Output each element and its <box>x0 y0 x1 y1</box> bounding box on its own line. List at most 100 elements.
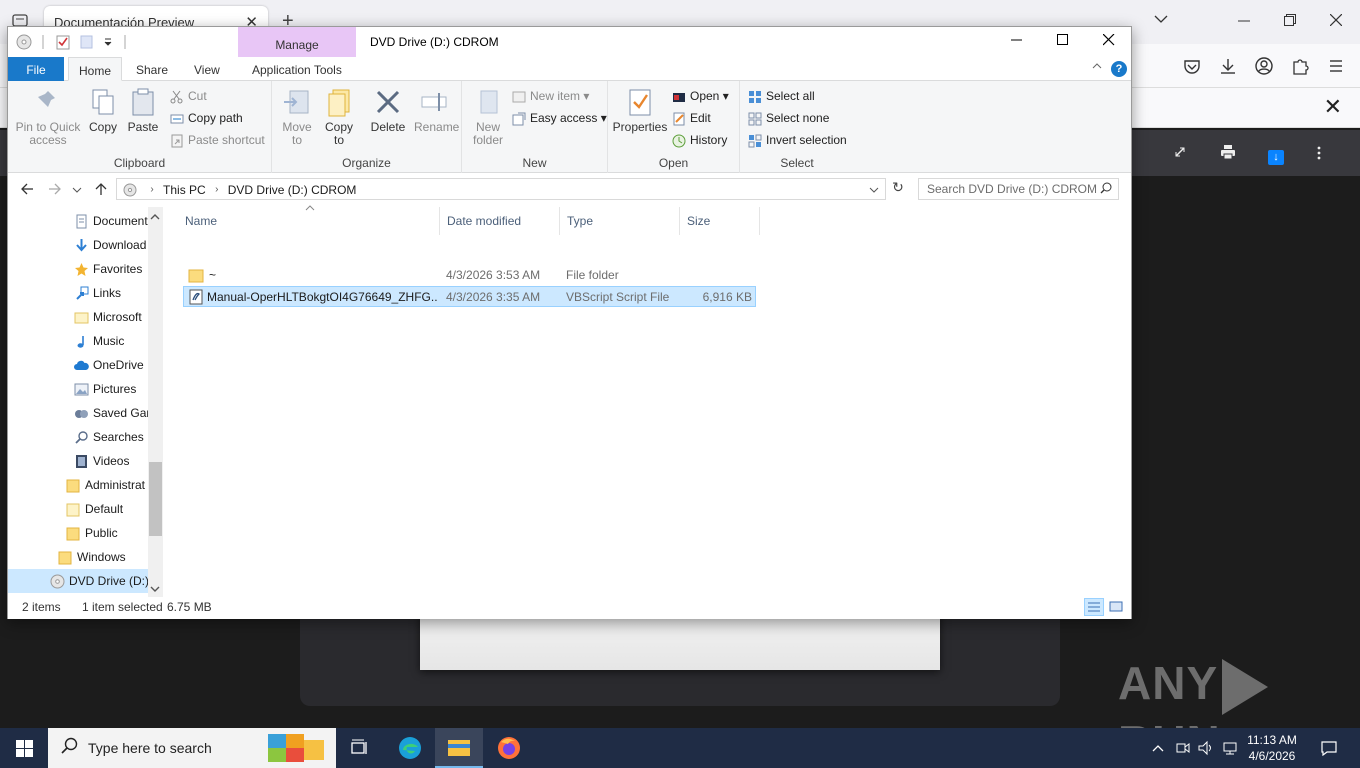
column-date-label: Date modified <box>447 214 522 228</box>
open-button[interactable]: Open ▾ <box>672 87 729 105</box>
tray-chevron-icon[interactable] <box>1152 744 1164 752</box>
nav-item-microsoft[interactable]: Microsoft <box>74 305 148 329</box>
back-arrow-icon[interactable] <box>20 182 34 196</box>
paste-shortcut-button[interactable]: Paste shortcut <box>170 131 265 149</box>
pocket-icon[interactable] <box>1182 56 1202 76</box>
nav-item-searches[interactable]: Searches <box>74 425 144 449</box>
nav-item-music[interactable]: Music <box>74 329 124 353</box>
nav-scrollbar[interactable] <box>148 207 163 597</box>
close-icon[interactable] <box>1330 14 1342 26</box>
nav-item-dvd-drive[interactable]: DVD Drive (D:) <box>8 569 148 593</box>
collapse-ribbon-icon[interactable] <box>1091 60 1103 72</box>
customize-chevron-icon[interactable] <box>103 34 113 50</box>
column-size[interactable]: Size <box>680 207 760 235</box>
more-icon[interactable] <box>1317 146 1321 160</box>
copy-button[interactable]: Copy <box>86 87 120 134</box>
history-button[interactable]: History <box>672 131 727 149</box>
properties-button[interactable]: Properties <box>612 87 668 134</box>
windows-logo-icon <box>16 740 33 757</box>
taskbar-search-input[interactable]: Type here to search <box>48 728 336 768</box>
nav-item-links[interactable]: Links <box>74 281 121 305</box>
nav-item-default[interactable]: Default <box>66 497 123 521</box>
volume-icon[interactable] <box>1198 740 1214 756</box>
delete-button[interactable]: Delete <box>370 87 406 134</box>
move-to-button[interactable]: Move to <box>280 87 314 147</box>
notifications-icon[interactable] <box>1320 740 1338 756</box>
find-close-button[interactable]: ✕ <box>1324 94 1342 120</box>
nav-item-administrator[interactable]: Administrat <box>66 473 148 497</box>
easy-access-button[interactable]: Easy access ▾ <box>512 109 607 127</box>
chevron-down-icon[interactable] <box>1154 14 1168 24</box>
extensions-icon[interactable] <box>1290 56 1310 76</box>
nav-item-onedrive[interactable]: OneDrive <box>74 353 144 377</box>
help-icon[interactable]: ? <box>1111 61 1127 77</box>
new-item-button[interactable]: New item ▾ <box>512 87 589 105</box>
edge-button[interactable] <box>386 728 434 768</box>
firefox-button[interactable] <box>485 728 533 768</box>
recent-chevron-icon[interactable] <box>72 186 82 194</box>
column-type[interactable]: Type <box>560 207 680 235</box>
properties-icon[interactable] <box>55 34 71 50</box>
task-view-button[interactable] <box>336 728 384 768</box>
tab-home[interactable]: Home <box>68 57 123 81</box>
new-folder-icon[interactable] <box>79 34 95 50</box>
select-none-button[interactable]: Select none <box>748 109 829 127</box>
breadcrumb-separator: › <box>215 184 219 196</box>
account-icon[interactable] <box>1254 56 1274 76</box>
search-input[interactable]: Search DVD Drive (D:) CDROM <box>918 178 1119 200</box>
forward-arrow-icon[interactable] <box>48 182 62 196</box>
refresh-icon[interactable]: ↻ <box>888 179 908 199</box>
tab-share[interactable]: Share <box>126 57 178 81</box>
tab-application-tools[interactable]: Application Tools <box>242 57 352 81</box>
invert-selection-button[interactable]: Invert selection <box>748 131 847 149</box>
nav-item-documents[interactable]: Document <box>74 209 148 233</box>
cut-button[interactable]: Cut <box>170 87 207 105</box>
column-name[interactable]: Name <box>178 205 440 235</box>
scrollbar-thumb[interactable] <box>149 462 162 536</box>
copy-path-button[interactable]: Copy path <box>170 109 243 127</box>
nav-item-saved-games[interactable]: Saved Gan <box>74 401 148 425</box>
tab-file[interactable]: File <box>8 57 64 81</box>
print-icon[interactable] <box>1220 144 1236 160</box>
details-view-button[interactable] <box>1084 598 1104 616</box>
copy-to-icon <box>328 89 350 117</box>
breadcrumb-this-pc[interactable]: This PC <box>163 183 206 197</box>
download-icon[interactable]: ↓ <box>1268 150 1284 165</box>
start-button[interactable] <box>0 728 48 768</box>
scroll-up-icon[interactable] <box>150 213 160 221</box>
rename-button[interactable]: Rename <box>414 87 459 134</box>
nav-item-windows[interactable]: Windows <box>58 545 126 569</box>
scroll-down-icon[interactable] <box>150 585 160 593</box>
copy-to-button[interactable]: Copy to <box>322 87 356 147</box>
maximize-button[interactable] <box>1040 31 1086 55</box>
nav-item-favorites[interactable]: Favorites <box>74 257 142 281</box>
file-explorer-button[interactable] <box>435 728 483 768</box>
column-date-modified[interactable]: Date modified <box>440 207 560 235</box>
system-clock[interactable]: 11:13 AM 4/6/2026 <box>1236 732 1308 764</box>
up-arrow-icon[interactable] <box>94 182 108 196</box>
menu-icon[interactable] <box>1326 56 1346 76</box>
nav-item-videos[interactable]: Videos <box>74 449 129 473</box>
address-dropdown-icon[interactable] <box>869 186 879 194</box>
paste-button[interactable]: Paste <box>126 87 160 134</box>
edit-button[interactable]: Edit <box>672 109 711 127</box>
select-all-button[interactable]: Select all <box>748 87 815 105</box>
nav-item-pictures[interactable]: Pictures <box>74 377 136 401</box>
large-icons-view-button[interactable] <box>1106 598 1126 616</box>
nav-item-public[interactable]: Public <box>66 521 118 545</box>
meet-icon[interactable] <box>1176 740 1190 756</box>
breadcrumb-dvd-drive[interactable]: DVD Drive (D:) CDROM <box>228 183 357 197</box>
pin-to-quick-access-button[interactable]: Pin to Quick access <box>14 87 82 147</box>
expand-icon[interactable] <box>1174 146 1186 158</box>
tab-view[interactable]: View <box>184 57 230 81</box>
restore-icon[interactable] <box>1284 14 1296 26</box>
new-folder-button[interactable]: New folder <box>468 87 508 147</box>
file-row-vbscript[interactable]: Manual-OperHLTBokgtOI4G76649_ZHFG... 4/3… <box>183 286 756 307</box>
file-row-folder[interactable]: ~ 4/3/2026 3:53 AM File folder <box>183 265 756 286</box>
close-button[interactable] <box>1086 31 1132 55</box>
minimize-icon[interactable] <box>1238 20 1250 22</box>
address-bar[interactable]: › This PC › DVD Drive (D:) CDROM <box>116 178 886 200</box>
nav-item-downloads[interactable]: Download <box>74 233 146 257</box>
minimize-button[interactable] <box>994 31 1040 55</box>
downloads-icon[interactable] <box>1218 56 1238 76</box>
